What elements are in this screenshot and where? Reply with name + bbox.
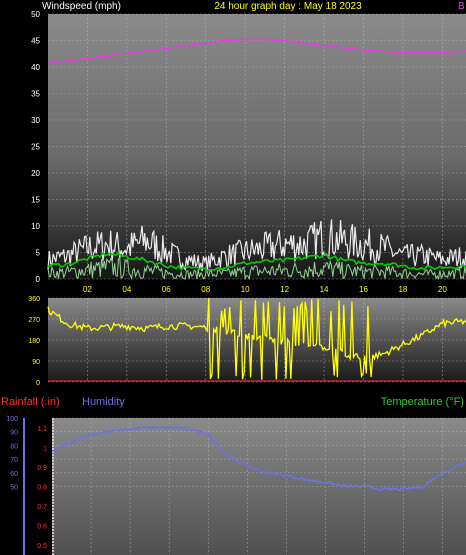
windspeed-tick-label: 5 bbox=[36, 249, 41, 258]
rainfall-tick-label: 0.8 bbox=[37, 485, 47, 492]
direction-tick-label: 270 bbox=[28, 317, 40, 324]
hour-tick-label: 18 bbox=[398, 285, 407, 294]
humidity-label: Humidity bbox=[82, 396, 125, 408]
rainfall-tick-label: 0.5 bbox=[37, 543, 47, 550]
rainfall-tick-label: 0.6 bbox=[37, 524, 47, 531]
windspeed-tick-label: 20 bbox=[31, 169, 40, 178]
temperature-label: Temperature (°F) bbox=[381, 396, 464, 408]
humidity-panel bbox=[52, 418, 466, 555]
hour-tick-label: 04 bbox=[122, 285, 131, 294]
humidity-tick-label: 80 bbox=[10, 443, 18, 450]
windspeed-axis-label: Windspeed (mph) bbox=[42, 1, 121, 12]
windspeed-tick-label: 50 bbox=[31, 10, 40, 19]
humidity-tick-label: 70 bbox=[10, 457, 18, 464]
hour-tick-label: 14 bbox=[320, 285, 329, 294]
hour-tick-label: 08 bbox=[201, 285, 210, 294]
rainfall-label: Rainfall (.in) bbox=[1, 396, 60, 408]
hour-tick-label: 20 bbox=[438, 285, 447, 294]
direction-tick-label: 90 bbox=[32, 359, 40, 366]
hour-tick-label: 06 bbox=[162, 285, 171, 294]
direction-tick-label: 0 bbox=[36, 380, 40, 387]
windspeed-tick-label: 10 bbox=[31, 222, 40, 231]
legend-fragment: B bbox=[458, 1, 465, 12]
weather-graph: Windspeed (mph) 24 hour graph day : May … bbox=[1, 1, 466, 555]
rainfall-tick-label: 1 bbox=[43, 445, 47, 452]
windspeed-tick-label: 25 bbox=[31, 143, 40, 152]
rainfall-tick-label: 0.7 bbox=[37, 504, 47, 511]
windspeed-tick-label: 40 bbox=[31, 63, 40, 72]
direction-tick-label: 360 bbox=[28, 296, 40, 303]
rainfall-tick-label: 1.1 bbox=[37, 426, 47, 433]
hour-tick-label: 02 bbox=[83, 285, 92, 294]
graph-title: 24 hour graph day : May 18 2023 bbox=[214, 1, 362, 12]
direction-tick-label: 180 bbox=[28, 338, 40, 345]
humidity-tick-label: 60 bbox=[10, 471, 18, 478]
rainfall-tick-label: 0.9 bbox=[37, 465, 47, 472]
hour-tick-label: 10 bbox=[241, 285, 250, 294]
windspeed-tick-label: 45 bbox=[31, 37, 40, 46]
humidity-tick-label: 50 bbox=[10, 485, 18, 492]
windspeed-tick-label: 35 bbox=[31, 90, 40, 99]
windspeed-tick-label: 0 bbox=[36, 275, 41, 284]
humidity-tick-label: 100 bbox=[6, 416, 18, 423]
hour-tick-label: 12 bbox=[280, 285, 289, 294]
hour-tick-label: 16 bbox=[359, 285, 368, 294]
windspeed-tick-label: 15 bbox=[31, 196, 40, 205]
humidity-tick-label: 90 bbox=[10, 430, 18, 437]
windspeed-tick-label: 30 bbox=[31, 116, 40, 125]
